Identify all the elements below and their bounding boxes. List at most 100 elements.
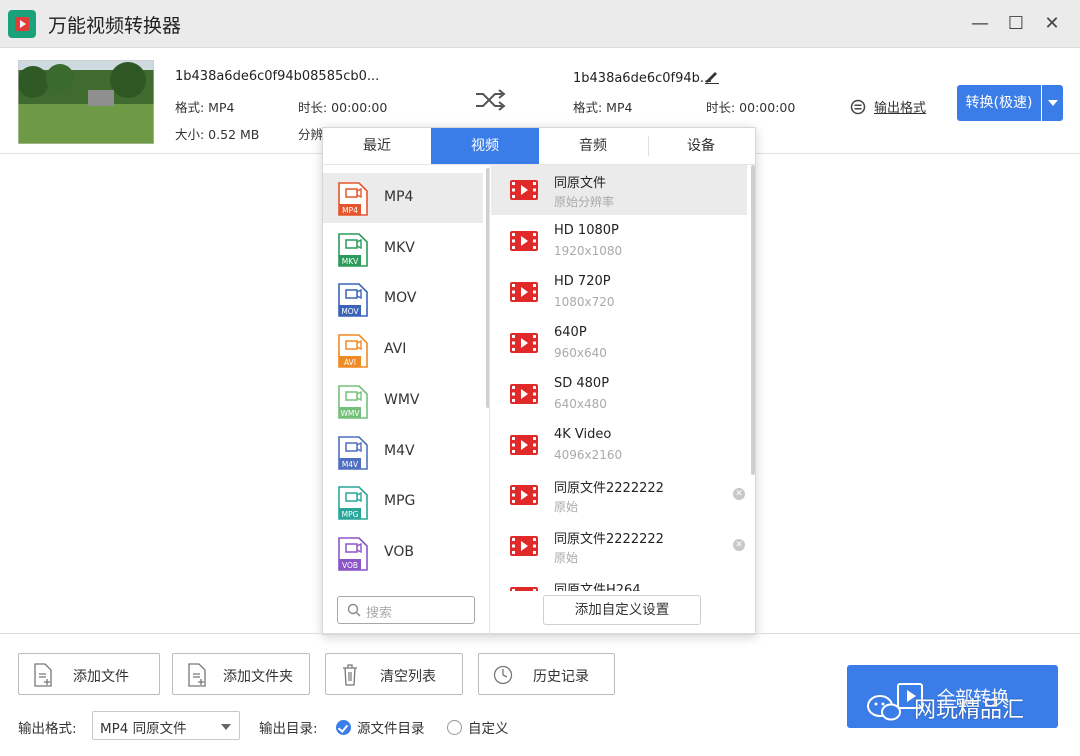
format-item-label: AVI — [384, 341, 407, 358]
file-icon-tag: MP4 — [342, 206, 358, 215]
format-item-label: MP4 — [384, 189, 414, 205]
edit-icon[interactable] — [704, 68, 720, 84]
settings-icon — [850, 99, 866, 115]
format-item-m4v[interactable]: M4V M4V — [323, 427, 483, 477]
format-item-label: MPG — [384, 493, 416, 510]
output-format-link[interactable]: 输出格式 — [850, 97, 926, 116]
add-file-button[interactable]: 添加文件 — [18, 653, 160, 695]
remove-preset-icon[interactable]: ✕ — [733, 488, 745, 501]
tab-recent[interactable]: 最近 — [323, 128, 431, 164]
app-logo-icon — [8, 10, 36, 38]
source-dir-radio[interactable] — [336, 720, 351, 735]
video-file-icon — [510, 383, 538, 404]
clock-icon — [493, 665, 513, 685]
resolution-item[interactable]: 同原文件2222222 原始 ✕ — [491, 470, 747, 520]
remove-preset-icon[interactable]: ✕ — [733, 539, 745, 552]
custom-dir-label[interactable]: 自定义 — [468, 717, 509, 737]
format-popup: 最近 视频 音频 设备 MP4 MP4 MKV MKV MOV MOV AVI AVI WMV W… — [322, 127, 756, 635]
output-format-label: 输出格式: — [18, 721, 77, 737]
resolution-name: 640P — [554, 324, 587, 340]
search-icon — [347, 603, 361, 617]
column-divider — [489, 165, 490, 635]
format-item-label: VOB — [384, 543, 414, 560]
format-item-mpg[interactable]: MPG MPG — [323, 477, 483, 527]
video-file-icon — [510, 332, 538, 353]
source-dir-label[interactable]: 源文件目录 — [357, 717, 425, 737]
output-format: 格式: MP4 — [573, 100, 633, 115]
resolution-item[interactable]: HD 1080P 1920x1080 — [491, 216, 747, 266]
maximize-button[interactable]: ☐ — [1004, 12, 1028, 36]
resolution-item[interactable]: 4K Video 4096x2160 — [491, 420, 747, 470]
format-search-input[interactable]: 搜索 — [337, 596, 475, 624]
video-file-icon — [510, 230, 538, 251]
output-format-link-label: 输出格式 — [874, 101, 927, 116]
resolution-item[interactable]: 同原文件2222222 原始 ✕ — [491, 521, 747, 571]
file-icon-tag: VOB — [342, 561, 358, 570]
close-button[interactable]: ✕ — [1040, 12, 1064, 36]
source-size: 大小: 0.52 MB — [175, 127, 260, 142]
resolution-detail: 原始 — [554, 551, 579, 566]
resolution-detail: 原始分辨率 — [554, 195, 615, 209]
file-icon-tag: MPG — [342, 510, 359, 519]
tab-device[interactable]: 设备 — [647, 128, 755, 164]
file-icon-tag: M4V — [342, 460, 359, 469]
minimize-button[interactable]: — — [968, 12, 992, 36]
history-label: 历史记录 — [533, 669, 589, 685]
file-mkv-icon: MKV — [338, 232, 368, 267]
resolution-item[interactable]: SD 480P 640x480 — [491, 369, 747, 419]
format-item-mov[interactable]: MOV MOV — [323, 274, 483, 324]
video-file-icon — [510, 536, 538, 557]
custom-dir-radio[interactable] — [447, 720, 462, 735]
resolution-name: HD 1080P — [554, 222, 619, 238]
output-dir-label: 输出目录: — [259, 721, 318, 737]
file-icon-tag: WMV — [340, 409, 360, 418]
add-folder-icon — [188, 663, 206, 687]
tab-video[interactable]: 视频 — [431, 128, 539, 164]
resolution-detail: 1080x720 — [554, 294, 615, 309]
format-item-avi[interactable]: AVI AVI — [323, 325, 483, 375]
resolution-name: HD 720P — [554, 273, 611, 289]
tab-audio[interactable]: 音频 — [539, 128, 647, 164]
resolution-item[interactable]: HD 720P 1080x720 — [491, 267, 747, 317]
convert-dropdown-button[interactable] — [1042, 85, 1063, 121]
video-file-icon — [510, 587, 538, 592]
bottom-divider — [0, 633, 1080, 634]
output-format-value: MP4 同原文件 — [100, 721, 187, 737]
resolution-detail: 640x480 — [554, 396, 607, 411]
add-file-label: 添加文件 — [73, 669, 129, 685]
chevron-down-icon — [221, 724, 231, 730]
resolution-item[interactable]: 同原文件H264 — [491, 572, 747, 592]
video-file-icon — [510, 281, 538, 302]
resolution-detail: 原始 — [554, 500, 579, 515]
add-folder-button[interactable]: 添加文件夹 — [172, 653, 310, 695]
resolution-detail: 1920x1080 — [554, 243, 623, 258]
add-file-icon — [34, 663, 52, 687]
format-item-label: MKV — [384, 239, 415, 256]
clear-list-button[interactable]: 清空列表 — [325, 653, 463, 695]
resolution-list-scrollbar[interactable] — [751, 165, 755, 475]
resolution-name: 同原文件2222222 — [554, 532, 664, 548]
add-custom-setting-button[interactable]: 添加自定义设置 — [543, 595, 701, 625]
video-file-icon — [510, 434, 538, 455]
output-format-select[interactable]: MP4 同原文件 — [92, 711, 240, 740]
watermark-text: 网玩精品汇 — [914, 698, 1025, 723]
wechat-icon — [867, 695, 901, 721]
format-item-label: WMV — [384, 391, 420, 408]
output-duration: 时长: 00:00:00 — [706, 100, 796, 115]
format-item-label: M4V — [384, 442, 415, 459]
app-title: 万能视频转换器 — [48, 15, 182, 37]
format-item-vob[interactable]: VOB VOB — [323, 528, 483, 578]
format-item-wmv[interactable]: WMV WMV — [323, 376, 483, 426]
convert-button[interactable]: 转换(极速) — [957, 85, 1041, 121]
format-item-mkv[interactable]: MKV MKV — [323, 224, 483, 274]
format-item-mp4[interactable]: MP4 MP4 — [323, 173, 483, 223]
resolution-name: 同原文件 — [554, 176, 607, 191]
video-file-icon — [510, 485, 538, 506]
source-format: 格式: MP4 — [175, 100, 235, 115]
resolution-item[interactable]: 同原文件 原始分辨率 — [491, 165, 747, 215]
resolution-name: 同原文件H264 — [554, 583, 641, 592]
history-button[interactable]: 历史记录 — [478, 653, 615, 695]
file-m4v-icon: M4V — [338, 435, 368, 470]
resolution-item[interactable]: 640P 960x640 — [491, 318, 747, 368]
video-thumbnail[interactable] — [18, 60, 154, 144]
